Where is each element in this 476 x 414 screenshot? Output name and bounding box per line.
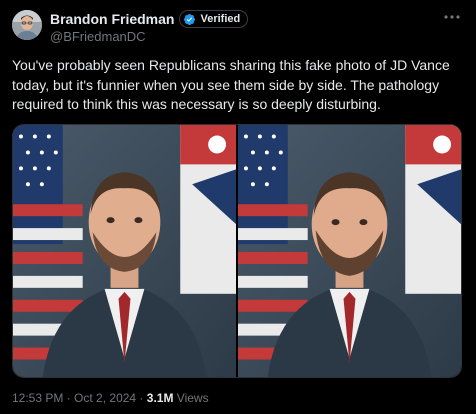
tweet-date[interactable]: Oct 2, 2024 bbox=[74, 391, 136, 405]
tweet-meta: 12:53 PM · Oct 2, 2024 · 3.1M Views bbox=[12, 391, 209, 405]
portrait-image bbox=[238, 125, 461, 377]
tweet: Brandon Friedman Verified @BFriedmanDC Y… bbox=[0, 0, 476, 414]
more-button[interactable] bbox=[442, 10, 462, 24]
tweet-time[interactable]: 12:53 PM bbox=[12, 391, 63, 405]
portrait-image bbox=[13, 125, 236, 377]
meta-separator: · bbox=[63, 391, 75, 405]
views-count[interactable]: 3.1M bbox=[147, 391, 174, 405]
right-photo[interactable] bbox=[238, 125, 461, 377]
verified-label: Verified bbox=[200, 13, 241, 25]
avatar[interactable] bbox=[12, 10, 42, 40]
author-row: Brandon Friedman Verified bbox=[50, 10, 249, 28]
avatar-photo bbox=[12, 10, 42, 40]
views-label: Views bbox=[173, 391, 209, 405]
author-handle[interactable]: @BFriedmanDC bbox=[50, 29, 146, 44]
verified-badge-icon bbox=[184, 13, 196, 25]
media-grid bbox=[12, 124, 462, 378]
tweet-text: You've probably seen Republicans sharing… bbox=[12, 57, 450, 112]
verified-badge[interactable]: Verified bbox=[179, 10, 249, 28]
left-photo[interactable] bbox=[13, 125, 236, 377]
author-display-name[interactable]: Brandon Friedman bbox=[50, 11, 174, 27]
meta-separator: · bbox=[136, 391, 147, 405]
more-horizontal-icon bbox=[444, 15, 460, 19]
